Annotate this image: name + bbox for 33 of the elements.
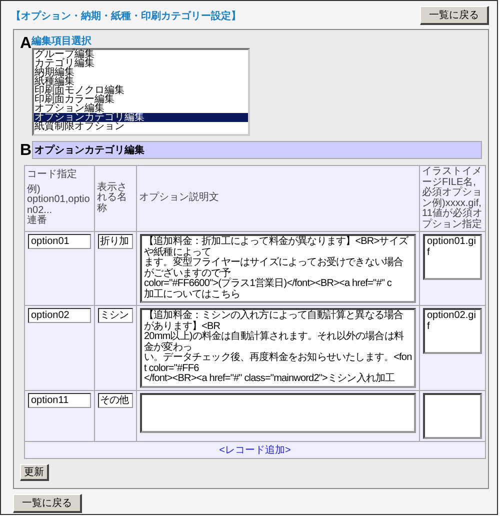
code-field[interactable]: option01 <box>28 234 91 249</box>
list-item[interactable]: オプション編集 <box>34 104 248 113</box>
update-button[interactable]: 更新 <box>20 464 49 480</box>
image-field[interactable]: option01.gif <box>423 234 482 280</box>
column-header: オプション説明文 <box>136 166 420 232</box>
name-field[interactable]: ミシン <box>98 308 133 323</box>
annotation-letter: B <box>20 143 32 159</box>
description-field[interactable]: 【追加料金：折加工によって料金が異なります】<BR>サイズや紙種によって ます。変型フライヤーはサイズによってお受けできない場合がございますので予 color="#FF6600">(プラス1営業日)</font><BR><a href="#" c 加工についてはこちら <box>140 234 416 303</box>
list-item[interactable]: 印刷面カラー編集 <box>34 95 248 104</box>
section-header: オプションカテゴリ編集 <box>32 141 482 159</box>
column-header: コード指定 例) option01,option02... 連番 <box>24 166 94 232</box>
image-field[interactable] <box>423 392 482 438</box>
annotation-letter: A <box>20 36 32 52</box>
list-item[interactable]: 紙質制限オプション <box>34 122 248 131</box>
list-label: 編集項目選択 <box>32 34 93 48</box>
list-item[interactable]: カテゴリ編集 <box>34 59 248 68</box>
add-record-link[interactable]: <レコード追加> <box>219 444 291 456</box>
code-field[interactable]: option11 <box>28 392 91 408</box>
page-title: 【オプション・納期・紙種・印刷カテゴリー設定】 <box>11 9 241 22</box>
name-field[interactable]: 折り加 <box>98 234 133 249</box>
list-item[interactable]: 印刷面モノクロ編集 <box>34 86 248 95</box>
column-header: 表示される名称 <box>94 166 136 232</box>
description-field[interactable] <box>140 392 416 432</box>
description-field[interactable]: 【追加料金：ミシンの入れ方によって自動計算と異なる場合があります】<BR 20mm以上)の料金は自動計算されます。それ以外の場合は料金が変わっ い。データチェック後、再度料金をお知らせいたします。<font color="#FF6 </font><BR><a href="#" class="mainword2">ミシン入れ加工 <box>140 308 416 388</box>
back-button[interactable]: 一覧に戻る <box>13 494 82 512</box>
image-field[interactable]: option02.gif <box>423 308 482 354</box>
column-header: イラストイメージFILE名,必須オプション例)xxxx.gif,11値が必須オプション指定 <box>420 166 486 232</box>
list-item[interactable]: 紙種編集 <box>34 77 248 86</box>
list-item[interactable]: 納期編集 <box>34 68 248 77</box>
name-field[interactable]: その他 <box>98 392 133 408</box>
back-button[interactable]: 一覧に戻る <box>420 6 489 25</box>
code-field[interactable]: option02 <box>28 308 91 323</box>
list-item[interactable]: グループ編集 <box>34 50 248 59</box>
